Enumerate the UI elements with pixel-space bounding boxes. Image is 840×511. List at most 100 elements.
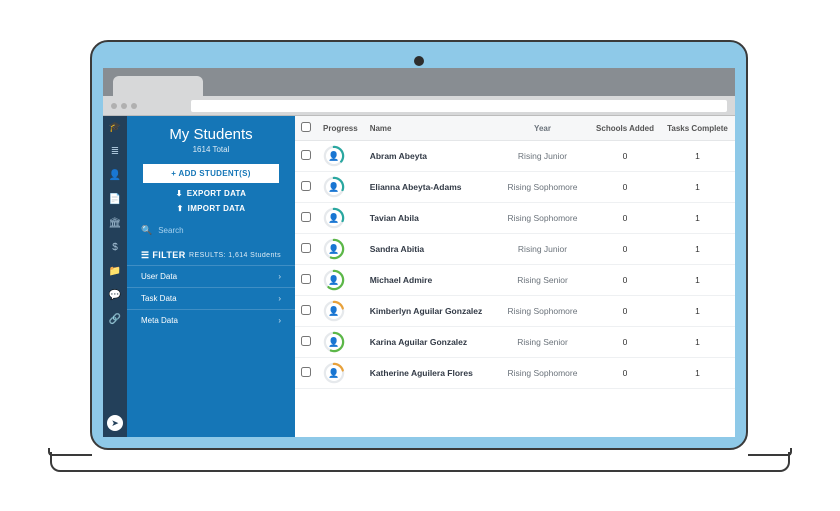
- student-name: Elianna Abeyta-Adams: [364, 172, 495, 203]
- chevron-right-icon: ›: [278, 316, 281, 325]
- bank-icon[interactable]: 🏛: [108, 216, 122, 230]
- schools-added: 0: [590, 172, 660, 203]
- table-row[interactable]: 👤 Kimberlyn Aguilar GonzalezRising Sophom…: [295, 296, 735, 327]
- col-progress[interactable]: Progress: [317, 116, 364, 141]
- row-checkbox[interactable]: [301, 212, 311, 222]
- filter-label: Task Data: [141, 294, 177, 303]
- dollar-icon[interactable]: $: [108, 240, 122, 254]
- schools-added: 0: [590, 296, 660, 327]
- table-row[interactable]: 👤Tavian AbilaRising Sophomore01: [295, 203, 735, 234]
- chevron-right-icon: ›: [278, 272, 281, 281]
- filter-header: ☰ FILTER RESULTS: 1,614 Students: [141, 250, 281, 261]
- browser-tab[interactable]: [113, 76, 203, 96]
- chat-icon[interactable]: 💬: [108, 288, 122, 302]
- search-placeholder: Search: [158, 226, 183, 235]
- add-student-button[interactable]: + ADD STUDENT(S): [143, 164, 279, 183]
- col-name[interactable]: Name: [364, 116, 495, 141]
- table-row[interactable]: 👤 Elianna Abeyta-AdamsRising Sophomore01: [295, 172, 735, 203]
- progress-ring: 👤: [323, 176, 345, 198]
- schools-added: 0: [590, 234, 660, 265]
- user-icon[interactable]: 👤: [108, 168, 122, 182]
- row-checkbox[interactable]: [301, 367, 311, 377]
- student-name: Karina Aguilar Gonzalez: [364, 327, 495, 358]
- student-year: Rising Junior: [495, 234, 590, 265]
- tasks-complete: 1: [660, 141, 735, 172]
- nav-fwd-icon[interactable]: [121, 103, 127, 109]
- col-schools[interactable]: Schools Added: [590, 116, 660, 141]
- student-year: Rising Junior: [495, 141, 590, 172]
- tasks-complete: 1: [660, 327, 735, 358]
- tasks-complete: 1: [660, 265, 735, 296]
- avatar-icon: 👤: [326, 334, 342, 350]
- students-table: Progress Name Year Schools Added Tasks C…: [295, 116, 735, 389]
- student-name: Kimberlyn Aguilar Gonzalez: [364, 296, 495, 327]
- search-input[interactable]: 🔍 Search: [141, 225, 281, 236]
- row-checkbox[interactable]: [301, 305, 311, 315]
- filter-item-user-data[interactable]: User Data ›: [127, 265, 295, 287]
- col-year[interactable]: Year: [495, 116, 590, 141]
- filter-icon: ☰: [141, 250, 152, 260]
- laptop-frame: 🎓 ≣ 👤 📄 🏛 $ 📁 💬 🔗 ➤ My Students 1614 Total + ADD …: [90, 40, 748, 450]
- import-data-button[interactable]: ⬆ IMPORT DATA: [143, 204, 279, 213]
- sidebar: My Students 1614 Total + ADD STUDENT(S) …: [127, 116, 295, 437]
- laptop-base: [50, 452, 790, 472]
- link-icon[interactable]: 🔗: [108, 312, 122, 326]
- progress-ring: 👤: [323, 145, 345, 167]
- grad-cap-icon[interactable]: 🎓: [108, 120, 122, 134]
- student-name: Katherine Aguilera Flores: [364, 358, 495, 389]
- progress-ring: 👤: [323, 362, 345, 384]
- send-icon[interactable]: ➤: [107, 415, 123, 431]
- row-checkbox[interactable]: [301, 181, 311, 191]
- student-year: Rising Sophomore: [495, 172, 590, 203]
- student-year: Rising Sophomore: [495, 203, 590, 234]
- doc-icon[interactable]: 📄: [108, 192, 122, 206]
- select-all-header: [295, 116, 317, 141]
- student-name: Michael Admire: [364, 265, 495, 296]
- progress-ring: 👤: [323, 238, 345, 260]
- row-checkbox[interactable]: [301, 336, 311, 346]
- icon-rail: 🎓 ≣ 👤 📄 🏛 $ 📁 💬 🔗 ➤: [103, 116, 127, 437]
- progress-ring: 👤: [323, 269, 345, 291]
- table-row[interactable]: 👤 Sandra AbitiaRising Junior01: [295, 234, 735, 265]
- filter-item-meta-data[interactable]: Meta Data ›: [127, 309, 295, 331]
- tasks-complete: 1: [660, 172, 735, 203]
- screen: 🎓 ≣ 👤 📄 🏛 $ 📁 💬 🔗 ➤ My Students 1614 Total + ADD …: [103, 68, 735, 437]
- url-input[interactable]: [191, 100, 727, 112]
- table-row[interactable]: 👤 Abram AbeytaRising Junior01: [295, 141, 735, 172]
- avatar-icon: 👤: [326, 365, 342, 381]
- filter-item-task-data[interactable]: Task Data›: [127, 287, 295, 309]
- nav-back-icon[interactable]: [111, 103, 117, 109]
- select-all-checkbox[interactable]: [301, 122, 311, 132]
- avatar-icon: 👤: [326, 241, 342, 257]
- folder-icon[interactable]: 📁: [108, 264, 122, 278]
- row-checkbox[interactable]: [301, 150, 311, 160]
- student-name: Abram Abeyta: [364, 141, 495, 172]
- filter-label: Meta Data: [141, 316, 178, 325]
- table-row[interactable]: 👤Karina Aguilar GonzalezRising Senior01: [295, 327, 735, 358]
- row-checkbox[interactable]: [301, 274, 311, 284]
- tasks-complete: 1: [660, 234, 735, 265]
- row-checkbox[interactable]: [301, 243, 311, 253]
- table-row[interactable]: 👤Michael AdmireRising Senior01: [295, 265, 735, 296]
- export-data-button[interactable]: ⬇ EXPORT DATA: [143, 189, 279, 198]
- tasks-complete: 1: [660, 358, 735, 389]
- avatar-icon: 👤: [326, 303, 342, 319]
- student-year: Rising Sophomore: [495, 296, 590, 327]
- progress-ring: 👤: [323, 207, 345, 229]
- schools-added: 0: [590, 358, 660, 389]
- page-title: My Students: [127, 126, 295, 143]
- student-count: 1614 Total: [127, 145, 295, 154]
- tasks-complete: 1: [660, 203, 735, 234]
- filter-label: User Data: [141, 272, 177, 281]
- avatar-icon: 👤: [326, 179, 342, 195]
- col-tasks[interactable]: Tasks Complete: [660, 116, 735, 141]
- student-name: Tavian Abila: [364, 203, 495, 234]
- avatar-icon: 👤: [326, 272, 342, 288]
- list-icon[interactable]: ≣: [108, 144, 122, 158]
- download-icon: ⬇: [176, 189, 183, 198]
- table-row[interactable]: 👤Katherine Aguilera FloresRising Sophomo…: [295, 358, 735, 389]
- student-name: Sandra Abitia: [364, 234, 495, 265]
- nav-reload-icon[interactable]: [131, 103, 137, 109]
- schools-added: 0: [590, 141, 660, 172]
- schools-added: 0: [590, 327, 660, 358]
